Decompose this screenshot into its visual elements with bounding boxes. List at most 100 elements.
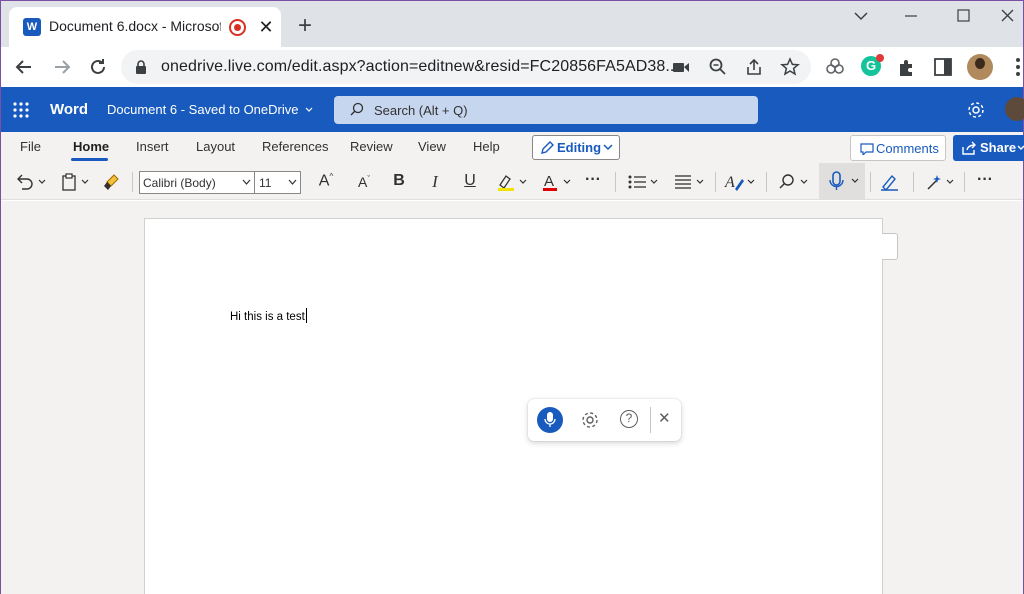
font-name-select[interactable]: Calibri (Body): [139, 171, 255, 194]
word-favicon-icon: W: [23, 18, 41, 36]
dictation-settings-gear-icon[interactable]: [580, 410, 600, 430]
maximize-button[interactable]: [948, 5, 978, 27]
paste-button[interactable]: [60, 172, 94, 192]
chevron-down-icon: [1017, 145, 1024, 151]
more-commands-button[interactable]: ···: [975, 171, 995, 189]
italic-button[interactable]: I: [425, 172, 445, 192]
tab-review[interactable]: Review: [350, 139, 393, 154]
separator: [766, 172, 767, 192]
document-page[interactable]: Hi this is a test: [144, 218, 883, 594]
grow-font-label: A: [318, 172, 330, 190]
zoom-icon[interactable]: [708, 57, 728, 77]
close-window-button[interactable]: [993, 5, 1023, 27]
tab-view[interactable]: View: [418, 139, 446, 154]
font-size-value: 11: [259, 176, 272, 190]
ribbon-commands: Calibri (Body) 11 A^ Aˇ B I U A ··· A ··: [1, 163, 1023, 200]
microphone-icon: [544, 412, 556, 427]
separator: [913, 172, 914, 192]
bold-button[interactable]: B: [389, 172, 409, 190]
search-placeholder: Search (Alt + Q): [374, 103, 468, 118]
separator: [715, 172, 716, 192]
bookmark-star-icon[interactable]: [780, 57, 800, 77]
tab-layout[interactable]: Layout: [196, 139, 235, 154]
tab-references[interactable]: References: [262, 139, 328, 154]
lock-icon[interactable]: [135, 60, 147, 74]
underline-button[interactable]: U: [460, 172, 480, 190]
tab-close-icon[interactable]: ✕: [256, 17, 276, 37]
dictation-mic-button[interactable]: [537, 407, 563, 433]
shrink-font-label: A: [357, 174, 368, 190]
text-cursor: [305, 308, 307, 323]
tab-search-icon[interactable]: [846, 5, 876, 27]
account-avatar[interactable]: [1005, 97, 1024, 121]
browser-menu-icon[interactable]: [1006, 55, 1024, 79]
tab-file[interactable]: File: [20, 139, 41, 154]
app-name[interactable]: Word: [50, 101, 88, 118]
separator: [650, 407, 651, 433]
font-color-button[interactable]: A: [540, 172, 576, 192]
share-page-icon[interactable]: [744, 57, 764, 77]
back-icon[interactable]: [12, 55, 36, 79]
pencil-icon: [540, 141, 554, 155]
font-name-value: Calibri (Body): [143, 176, 216, 190]
side-panel-icon[interactable]: [931, 55, 955, 79]
grammarly-icon[interactable]: G: [861, 54, 884, 76]
format-painter-icon[interactable]: [103, 172, 125, 192]
separator: [964, 172, 965, 192]
font-size-select[interactable]: 11: [254, 171, 301, 194]
app-launcher-icon[interactable]: [12, 101, 30, 119]
camera-icon[interactable]: [671, 57, 691, 77]
new-tab-button[interactable]: +: [292, 13, 318, 39]
share-icon: [961, 141, 977, 155]
share-button[interactable]: Share: [953, 135, 1024, 161]
forward-icon[interactable]: [50, 55, 74, 79]
comments-button[interactable]: Comments: [850, 135, 946, 161]
more-font-options-button[interactable]: ···: [583, 171, 603, 189]
chevron-down-icon: [305, 107, 313, 112]
document-canvas: Hi this is a test: [1, 201, 1023, 594]
editing-label: Editing: [557, 140, 602, 155]
designer-button[interactable]: [923, 172, 959, 192]
editor-button[interactable]: [878, 172, 902, 192]
shrink-font-button[interactable]: Aˇ: [354, 174, 374, 190]
comments-label: Comments: [876, 141, 939, 156]
tab-help[interactable]: Help: [473, 139, 500, 154]
align-button[interactable]: [672, 172, 708, 192]
grow-font-button[interactable]: A^: [316, 172, 336, 190]
document-body[interactable]: Hi this is a test: [230, 308, 307, 323]
side-panel-tab[interactable]: [882, 233, 898, 260]
svg-text:A: A: [544, 173, 554, 190]
browser-tab[interactable]: W Document 6.docx - Microsoft Word ✕: [9, 7, 281, 47]
browser-toolbar: onedrive.live.com/edit.aspx?action=editn…: [1, 47, 1023, 87]
address-bar[interactable]: onedrive.live.com/edit.aspx?action=editn…: [121, 50, 811, 84]
help-icon[interactable]: ?: [620, 410, 638, 428]
chevron-down-icon: [242, 179, 251, 185]
close-icon[interactable]: ✕: [658, 409, 671, 427]
settings-gear-icon[interactable]: [965, 99, 987, 121]
dictation-toolbar: ? ✕: [528, 399, 681, 441]
find-button[interactable]: [777, 172, 813, 192]
tab-insert[interactable]: Insert: [136, 139, 169, 154]
minimize-button[interactable]: [896, 5, 926, 27]
reload-icon[interactable]: [86, 55, 110, 79]
document-text: Hi this is a test: [230, 311, 305, 323]
profile-avatar[interactable]: [967, 54, 993, 80]
separator: [615, 172, 616, 192]
document-status-text: Document 6 - Saved to OneDrive: [107, 102, 299, 117]
highlight-color-button[interactable]: [495, 172, 531, 192]
microphone-icon: [829, 171, 859, 190]
bullets-button[interactable]: [626, 172, 662, 192]
active-tab-indicator: [71, 158, 108, 161]
extension-icon[interactable]: [823, 55, 847, 79]
styles-button[interactable]: A: [723, 172, 759, 192]
undo-button[interactable]: [15, 172, 49, 192]
dictate-button[interactable]: [819, 163, 865, 199]
puzzle-extensions-icon[interactable]: [895, 55, 919, 79]
editing-mode-button[interactable]: Editing: [532, 135, 620, 160]
comment-icon: [860, 143, 874, 155]
separator: [870, 172, 871, 192]
chevron-down-icon: [603, 144, 613, 150]
search-input[interactable]: Search (Alt + Q): [334, 96, 758, 124]
tab-home[interactable]: Home: [73, 139, 109, 154]
document-status[interactable]: Document 6 - Saved to OneDrive: [107, 102, 313, 117]
